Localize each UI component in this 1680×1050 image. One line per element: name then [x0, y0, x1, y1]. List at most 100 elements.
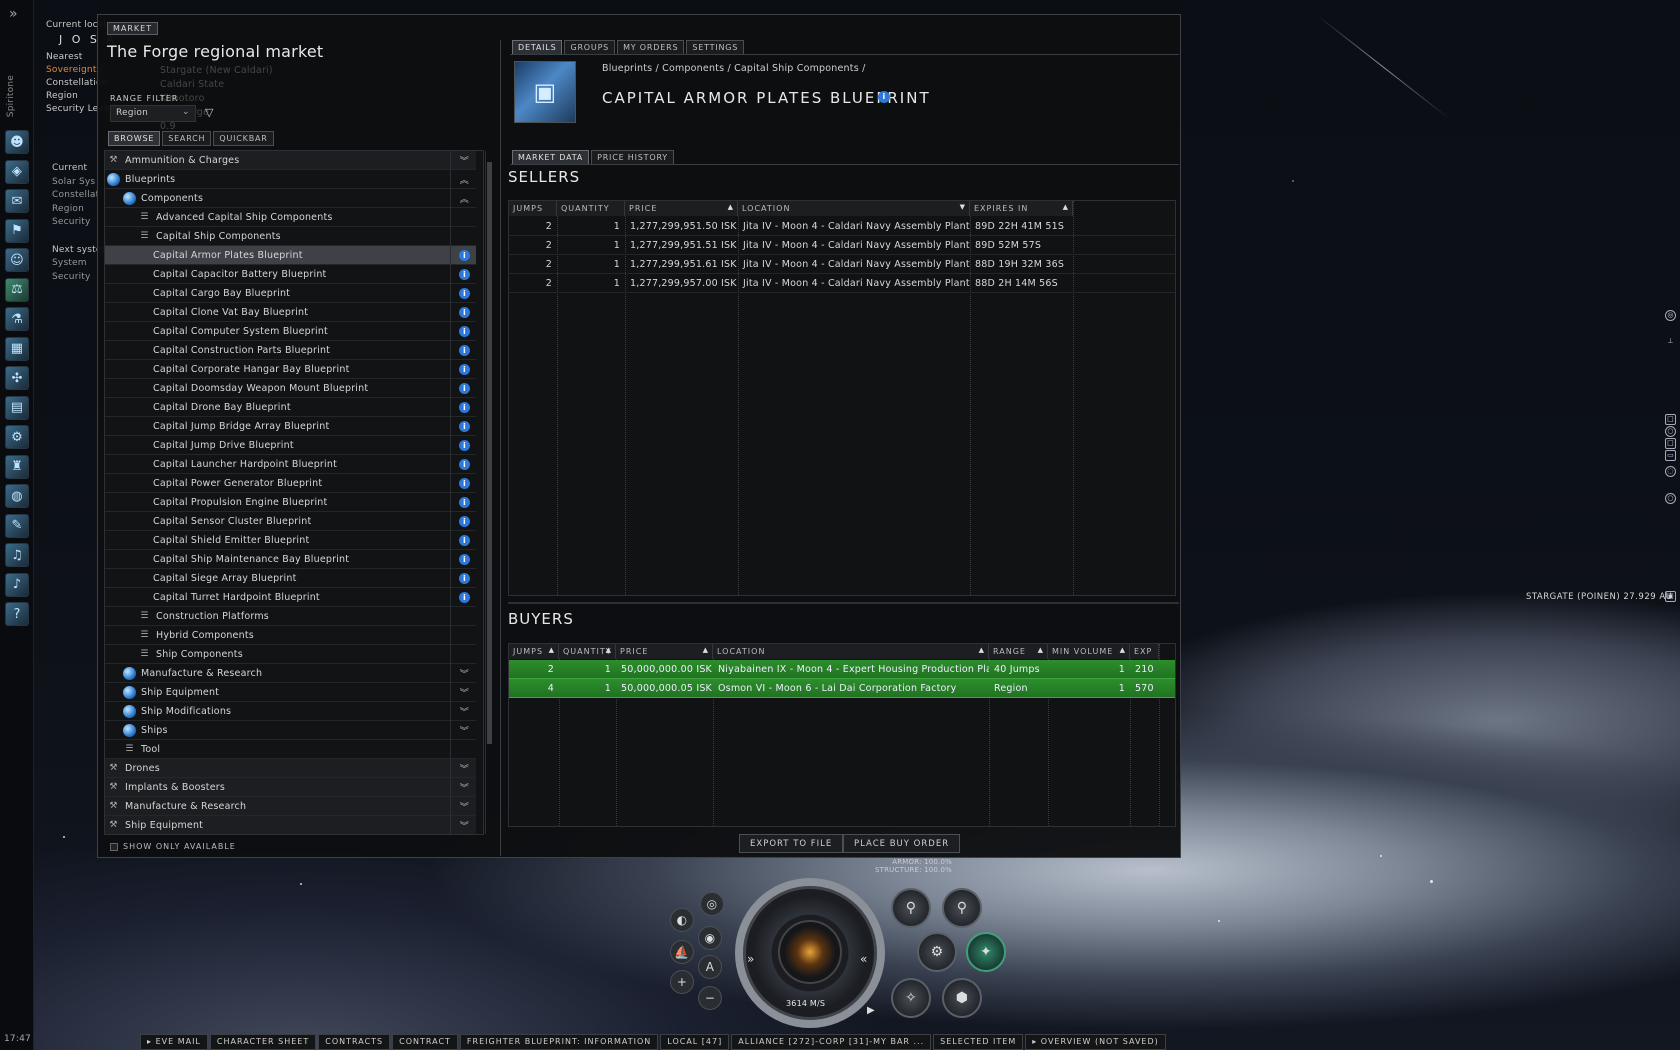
play-icon[interactable]: ▶	[867, 1005, 875, 1016]
info-icon[interactable]: i	[459, 363, 470, 375]
tree-row[interactable]: Capital Construction Parts Blueprint i	[105, 341, 476, 360]
hud-ship-icon[interactable]: ⛵	[670, 940, 694, 964]
character-name[interactable]: Spiritone	[6, 75, 16, 117]
column-header[interactable]: MIN VOLUME ▲	[1048, 644, 1130, 659]
info-icon[interactable]: i	[459, 458, 470, 470]
taskbar-button[interactable]: CONTRACT	[392, 1034, 458, 1050]
speed-up-icon[interactable]: »	[747, 952, 755, 966]
shield-icon[interactable]: ◌	[1665, 466, 1676, 477]
agency-icon[interactable]: ♜	[5, 454, 29, 479]
tree-row[interactable]: ⚒ Ammunition & Charges ︾	[105, 151, 476, 170]
tab-details[interactable]: DETAILS	[512, 40, 563, 55]
tree-row[interactable]: ☰ Advanced Capital Ship Components	[105, 208, 476, 227]
expand-icon[interactable]: ︾	[460, 724, 469, 737]
show-only-available-checkbox[interactable]	[110, 842, 118, 851]
column-header[interactable]: QUANTITY ▲	[559, 644, 616, 659]
cargo-icon[interactable]: ⬢	[942, 978, 982, 1018]
sort-asc-icon[interactable]: ▲	[1063, 203, 1069, 211]
window-icon[interactable]: □	[1665, 438, 1676, 449]
tree-row[interactable]: Ship Modifications ︾	[105, 702, 476, 721]
drone-icon[interactable]: ○	[1665, 426, 1676, 437]
expand-icon[interactable]: ︾	[460, 819, 469, 832]
module-slot-drone[interactable]: ✧	[891, 978, 931, 1018]
tree-row[interactable]: Capital Turret Hardpoint Blueprint i	[105, 588, 476, 607]
taskbar-button[interactable]: FREIGHTER BLUEPRINT: INFORMATION	[459, 1034, 659, 1050]
sort-asc-icon[interactable]: ▲	[606, 646, 612, 654]
taskbar-button[interactable]: SELECTED ITEM	[933, 1034, 1024, 1050]
planet-icon[interactable]: ◍	[5, 484, 29, 508]
splitter[interactable]	[508, 602, 1179, 604]
expand-icon[interactable]: ︾	[460, 667, 469, 680]
place-buy-order-button[interactable]: PLACE BUY ORDER	[843, 834, 961, 853]
sort-asc-icon[interactable]: ▲	[728, 203, 734, 211]
taskbar-button[interactable]: CONTRACTS	[318, 1034, 391, 1050]
breadcrumb[interactable]: Blueprints / Components / Capital Ship C…	[602, 63, 865, 74]
column-header[interactable]: JUMPS	[509, 201, 557, 216]
tree-row[interactable]: Manufacture & Research ︾	[105, 664, 476, 683]
corp-icon[interactable]: ⚑	[5, 218, 29, 243]
tree-row[interactable]: Capital Armor Plates Blueprint i	[105, 246, 476, 265]
sort-desc-icon[interactable]: ▼	[960, 203, 966, 211]
collapse-icon[interactable]: ︽	[460, 173, 469, 186]
info-icon[interactable]: i	[459, 401, 470, 413]
journal-icon[interactable]: ▤	[5, 395, 29, 420]
contracts-icon[interactable]: ✎	[5, 513, 29, 538]
tree-row[interactable]: Capital Launcher Hardpoint Blueprint i	[105, 455, 476, 474]
tab-groups[interactable]: GROUPS	[564, 40, 616, 55]
info-icon[interactable]: i	[459, 306, 470, 318]
expand-icon[interactable]: ︾	[460, 762, 469, 775]
tree-row[interactable]: Capital Capacitor Battery Blueprint i	[105, 265, 476, 284]
character-icon[interactable]: ☻	[5, 130, 29, 154]
info-icon[interactable]: i	[459, 439, 470, 451]
tree-row[interactable]: ⚒ Ship Equipment ︾	[105, 816, 476, 834]
info-icon[interactable]: i	[459, 477, 470, 489]
info-icon[interactable]: i	[459, 268, 470, 280]
tree-row[interactable]: ☰ Ship Components	[105, 645, 476, 664]
market-icon[interactable]: ⚖	[5, 277, 29, 302]
hud-autopilot-icon[interactable]: A	[698, 955, 722, 979]
tree-row[interactable]: Capital Cargo Bay Blueprint i	[105, 284, 476, 303]
module-slot-f1[interactable]: ⚲	[891, 888, 931, 928]
hud-scanner-icon[interactable]: ◉	[698, 926, 722, 950]
tree-row[interactable]: Capital Doomsday Weapon Mount Blueprint i	[105, 379, 476, 398]
chevron-down-icon[interactable]: ⌄	[182, 107, 190, 117]
export-to-file-button[interactable]: EXPORT TO FILE	[739, 834, 844, 853]
tree-row[interactable]: Capital Ship Maintenance Bay Blueprint i	[105, 550, 476, 569]
tab-quickbar[interactable]: QUICKBAR	[213, 131, 274, 146]
hud-tactical-icon[interactable]: ◎	[700, 892, 724, 916]
expand-icon[interactable]: ︾	[460, 154, 469, 167]
people-icon[interactable]: ☺	[5, 248, 29, 272]
table-row[interactable]: 2 1 1,277,299,951.51 ISK Jita IV - Moon 4 -…	[509, 236, 1175, 255]
expand-icon[interactable]: ︾	[460, 800, 469, 813]
tree-row[interactable]: Ships ︾	[105, 721, 476, 740]
tree-row[interactable]: Capital Jump Bridge Array Blueprint i	[105, 417, 476, 436]
tree-row[interactable]: Capital Drone Bay Blueprint i	[105, 398, 476, 417]
mail-icon[interactable]: ✉	[5, 189, 29, 213]
tree-row[interactable]: ☰ Construction Platforms	[105, 607, 476, 626]
sort-asc-icon[interactable]: ▲	[703, 646, 709, 654]
tab-my-orders[interactable]: MY ORDERS	[617, 40, 685, 55]
taskbar-button[interactable]: ALLIANCE [272]-CORP [31]-MY BAR ...	[731, 1034, 932, 1050]
tree-row[interactable]: Capital Clone Vat Bay Blueprint i	[105, 303, 476, 322]
tree-row[interactable]: ☰ Capital Ship Components	[105, 227, 476, 246]
tree-row[interactable]: Capital Sensor Cluster Blueprint i	[105, 512, 476, 531]
sort-asc-icon[interactable]: ▲	[549, 646, 555, 654]
column-header[interactable]: EXP	[1130, 644, 1159, 659]
tree-row[interactable]: ⚒ Drones ︾	[105, 759, 476, 778]
notepad-icon[interactable]: ♫	[5, 543, 29, 567]
pane-divider[interactable]	[500, 40, 501, 856]
expand-icon[interactable]: »	[9, 6, 18, 22]
info-icon[interactable]: i	[459, 325, 470, 337]
table-row[interactable]: 2 1 1,277,299,951.50 ISK Jita IV - Moon 4 -…	[509, 217, 1175, 236]
window-icon[interactable]: □	[1665, 414, 1676, 425]
tab-settings[interactable]: SETTINGS	[686, 40, 745, 55]
info-icon[interactable]: i	[459, 515, 470, 527]
speed-down-icon[interactable]: «	[860, 952, 868, 966]
zoom-in-icon[interactable]: +	[670, 970, 694, 994]
tree-row[interactable]: Capital Corporate Hangar Bay Blueprint i	[105, 360, 476, 379]
assets-icon[interactable]: ▦	[5, 336, 29, 361]
info-icon[interactable]: i	[459, 591, 470, 603]
station-icon[interactable]: ⊥	[1665, 337, 1676, 348]
column-header[interactable]: JUMPS ▲	[509, 644, 559, 659]
map-icon[interactable]: ✣	[5, 366, 29, 390]
